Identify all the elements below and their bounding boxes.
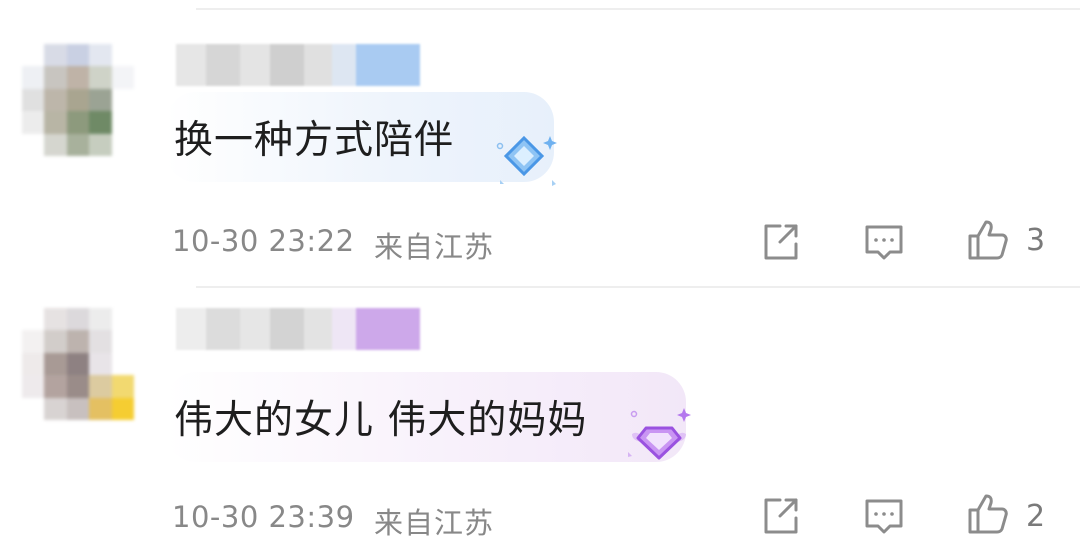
avatar[interactable] [22, 44, 134, 156]
comment-time: 10-30 23:22 [172, 224, 355, 258]
thumbs-up-icon[interactable] [966, 492, 1010, 536]
comment-location: 来自江苏 [374, 230, 495, 264]
comment-icon[interactable] [862, 220, 906, 264]
comment-location: 来自江苏 [374, 506, 495, 540]
like-count: 2 [1026, 499, 1046, 534]
share-icon[interactable] [758, 220, 802, 264]
comment-text: 换一种方式陪伴 [174, 118, 455, 163]
avatar[interactable] [22, 308, 134, 420]
comment-bubble: 伟大的女儿 伟大的妈妈 [166, 372, 686, 462]
comment-item: 伟大的女儿 伟大的妈妈 10-30 23:39 来自江苏 2 [0, 288, 1080, 557]
like-count: 3 [1026, 223, 1046, 258]
share-icon[interactable] [758, 494, 802, 538]
comment-icon[interactable] [862, 494, 906, 538]
diamond-badge-icon [494, 132, 558, 188]
comment-item: 换一种方式陪伴 10-30 23:22 来自江苏 3 [0, 0, 1080, 288]
comment-text: 伟大的女儿 伟大的妈妈 [174, 398, 588, 443]
username-blurred[interactable] [176, 308, 420, 350]
username-blurred[interactable] [176, 44, 420, 86]
comment-time: 10-30 23:39 [172, 500, 355, 534]
thumbs-up-icon[interactable] [966, 218, 1010, 262]
gem-badge-icon [624, 406, 694, 466]
